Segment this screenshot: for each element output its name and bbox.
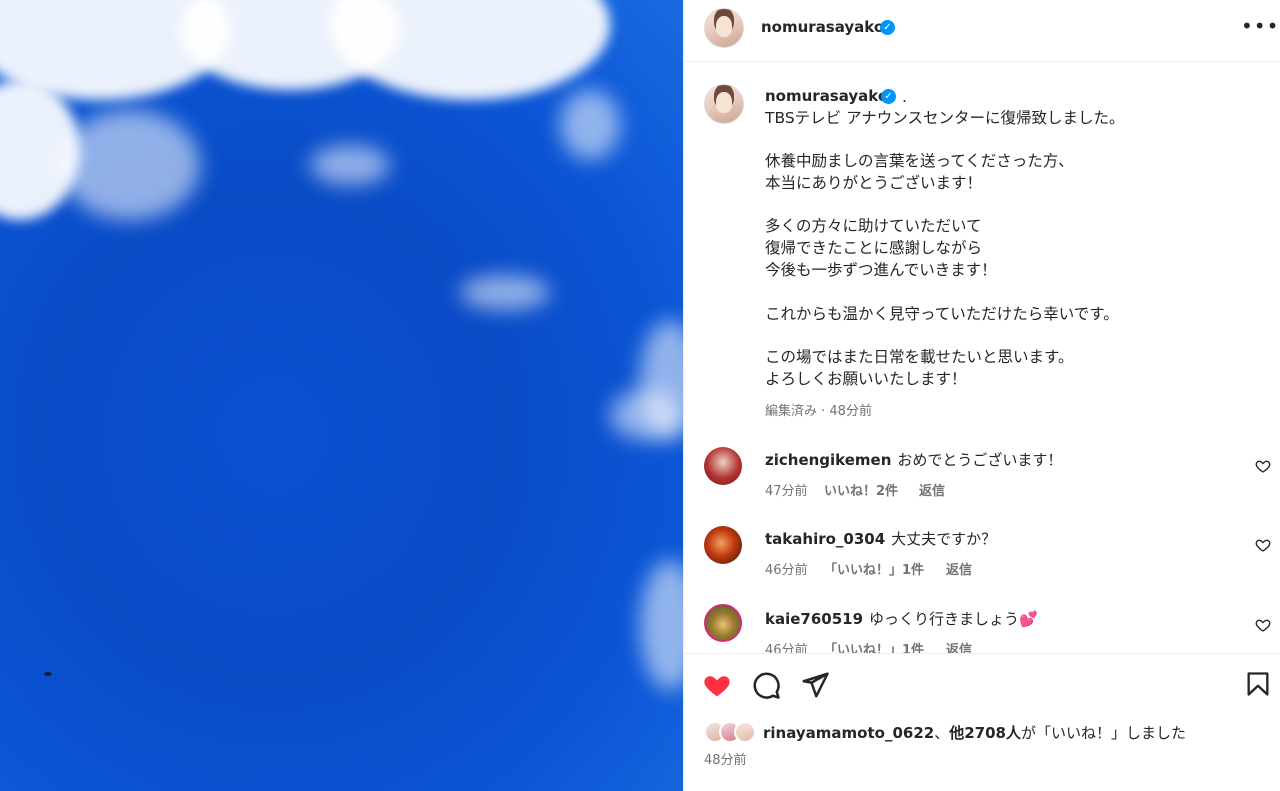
bird-silhouette (44, 672, 52, 676)
reply-button[interactable]: 返信 (946, 639, 972, 653)
comment-body: 大丈夫ですか？ (891, 530, 997, 548)
comment-text: takahiro_0304 大丈夫ですか？ (765, 528, 996, 549)
commenter-avatar[interactable] (704, 604, 742, 642)
reply-button[interactable]: 返信 (919, 480, 945, 499)
more-icon[interactable]: ••• (1241, 16, 1278, 40)
reply-label[interactable]: 返信 (946, 643, 972, 653)
heart-icon[interactable] (702, 670, 732, 700)
caption-line: 多くの方々に助けていただいて (765, 217, 982, 235)
commenter-username[interactable]: zichengikemen (765, 451, 891, 469)
heart-icon[interactable] (1255, 537, 1271, 553)
reply-label[interactable]: 返信 (946, 563, 972, 578)
reply-button[interactable]: 返信 (946, 559, 972, 578)
author-username[interactable]: nomurasayako (761, 18, 884, 36)
caption-line: これからも温かく見守っていただけたら幸いです。 (765, 305, 1119, 323)
comments-scroll-area[interactable]: nomurasayako ✓ . TBSテレビ アナウンスセンターに復帰致しまし… (684, 62, 1280, 653)
cloud-shape (330, 0, 610, 100)
post-image[interactable] (0, 0, 683, 791)
caption-line: この場ではまた日常を載せたいと思います。 (765, 348, 1074, 366)
comment-likes-count[interactable]: 「いいね！」1件 (824, 563, 924, 578)
comment-body: おめでとうございます！ (897, 451, 1063, 469)
caption-line: TBSテレビ アナウンスセンターに復帰致しました。 (765, 109, 1125, 127)
liked-by-separator: 、 (934, 723, 950, 742)
bookmark-icon[interactable] (1244, 670, 1272, 698)
liked-by-user[interactable]: rinayamamoto_0622 (763, 724, 934, 742)
caption-line: 復帰できたことに感謝しながら (765, 239, 983, 257)
comment-time: 47分前 (765, 484, 808, 499)
comment-icon[interactable] (751, 670, 781, 700)
verified-icon: ✓ (880, 20, 895, 35)
comment-text: kaie760519 ゆっくり行きましょう💕 (765, 608, 1038, 629)
share-icon[interactable] (800, 670, 830, 700)
commenter-username[interactable]: takahiro_0304 (765, 530, 885, 548)
cloud-shape (560, 90, 620, 160)
comment-likes-count[interactable]: いいね！2件 (824, 484, 898, 499)
caption-line: よろしくお願いいたします！ (765, 370, 967, 388)
comment-time: 46分前 (765, 563, 808, 578)
comment-time: 46分前 (765, 643, 808, 653)
cloud-shape (460, 275, 550, 310)
comment-body: ゆっくり行きましょう💕 (869, 610, 1038, 628)
caption-line: 今後も一歩ずつ進んでいきます！ (765, 261, 997, 279)
post-timestamp: 48分前 (704, 753, 747, 768)
caption-username[interactable]: nomurasayako (765, 87, 888, 105)
commenter-avatar[interactable] (704, 447, 742, 485)
caption-line: 本当にありがとうございます！ (765, 174, 983, 192)
caption-line: 休養中励ましの言葉を送ってくださった方、 (765, 152, 1074, 170)
comment-likes-count[interactable]: 「いいね！」1件 (824, 643, 924, 653)
cloud-shape (640, 560, 683, 690)
liked-by-summary[interactable]: rinayamamoto_0622、他2708人が「いいね！」しました (704, 720, 1186, 744)
liked-by-others[interactable]: 他2708人 (949, 724, 1021, 742)
comment-likes[interactable]: 「いいね！」1件 (824, 639, 924, 653)
author-avatar[interactable] (704, 8, 744, 48)
heart-icon[interactable] (1255, 458, 1271, 474)
cloud-shape (610, 390, 680, 440)
comment-likes[interactable]: 「いいね！」1件 (824, 559, 924, 578)
heart-icon[interactable] (1255, 617, 1271, 633)
post-detail-panel: nomurasayako ✓ ••• nomurasayako ✓ . TBSテ… (683, 0, 1280, 791)
comment-likes[interactable]: いいね！2件 (824, 480, 898, 499)
caption-author-avatar[interactable] (704, 84, 744, 124)
commenter-avatar[interactable] (704, 526, 742, 564)
commenter-username[interactable]: kaie760519 (765, 610, 863, 628)
reply-label[interactable]: 返信 (919, 484, 945, 499)
comment-text: zichengikemen おめでとうございます！ (765, 449, 1062, 470)
cloud-shape (310, 145, 390, 185)
caption-dot: . (902, 88, 907, 106)
action-bar: rinayamamoto_0622、他2708人が「いいね！」しました 48分前 (684, 653, 1280, 791)
edited-timestamp: 編集済み · 48分前 (765, 404, 872, 419)
liked-by-text: rinayamamoto_0622、他2708人が「いいね！」しました (763, 722, 1186, 743)
liked-by-suffix: が「いいね！」しました (1020, 723, 1186, 742)
cloud-shape (60, 110, 200, 220)
liker-avatar (734, 721, 756, 743)
post-header: nomurasayako ✓ ••• (684, 0, 1280, 62)
verified-icon: ✓ (881, 89, 896, 104)
